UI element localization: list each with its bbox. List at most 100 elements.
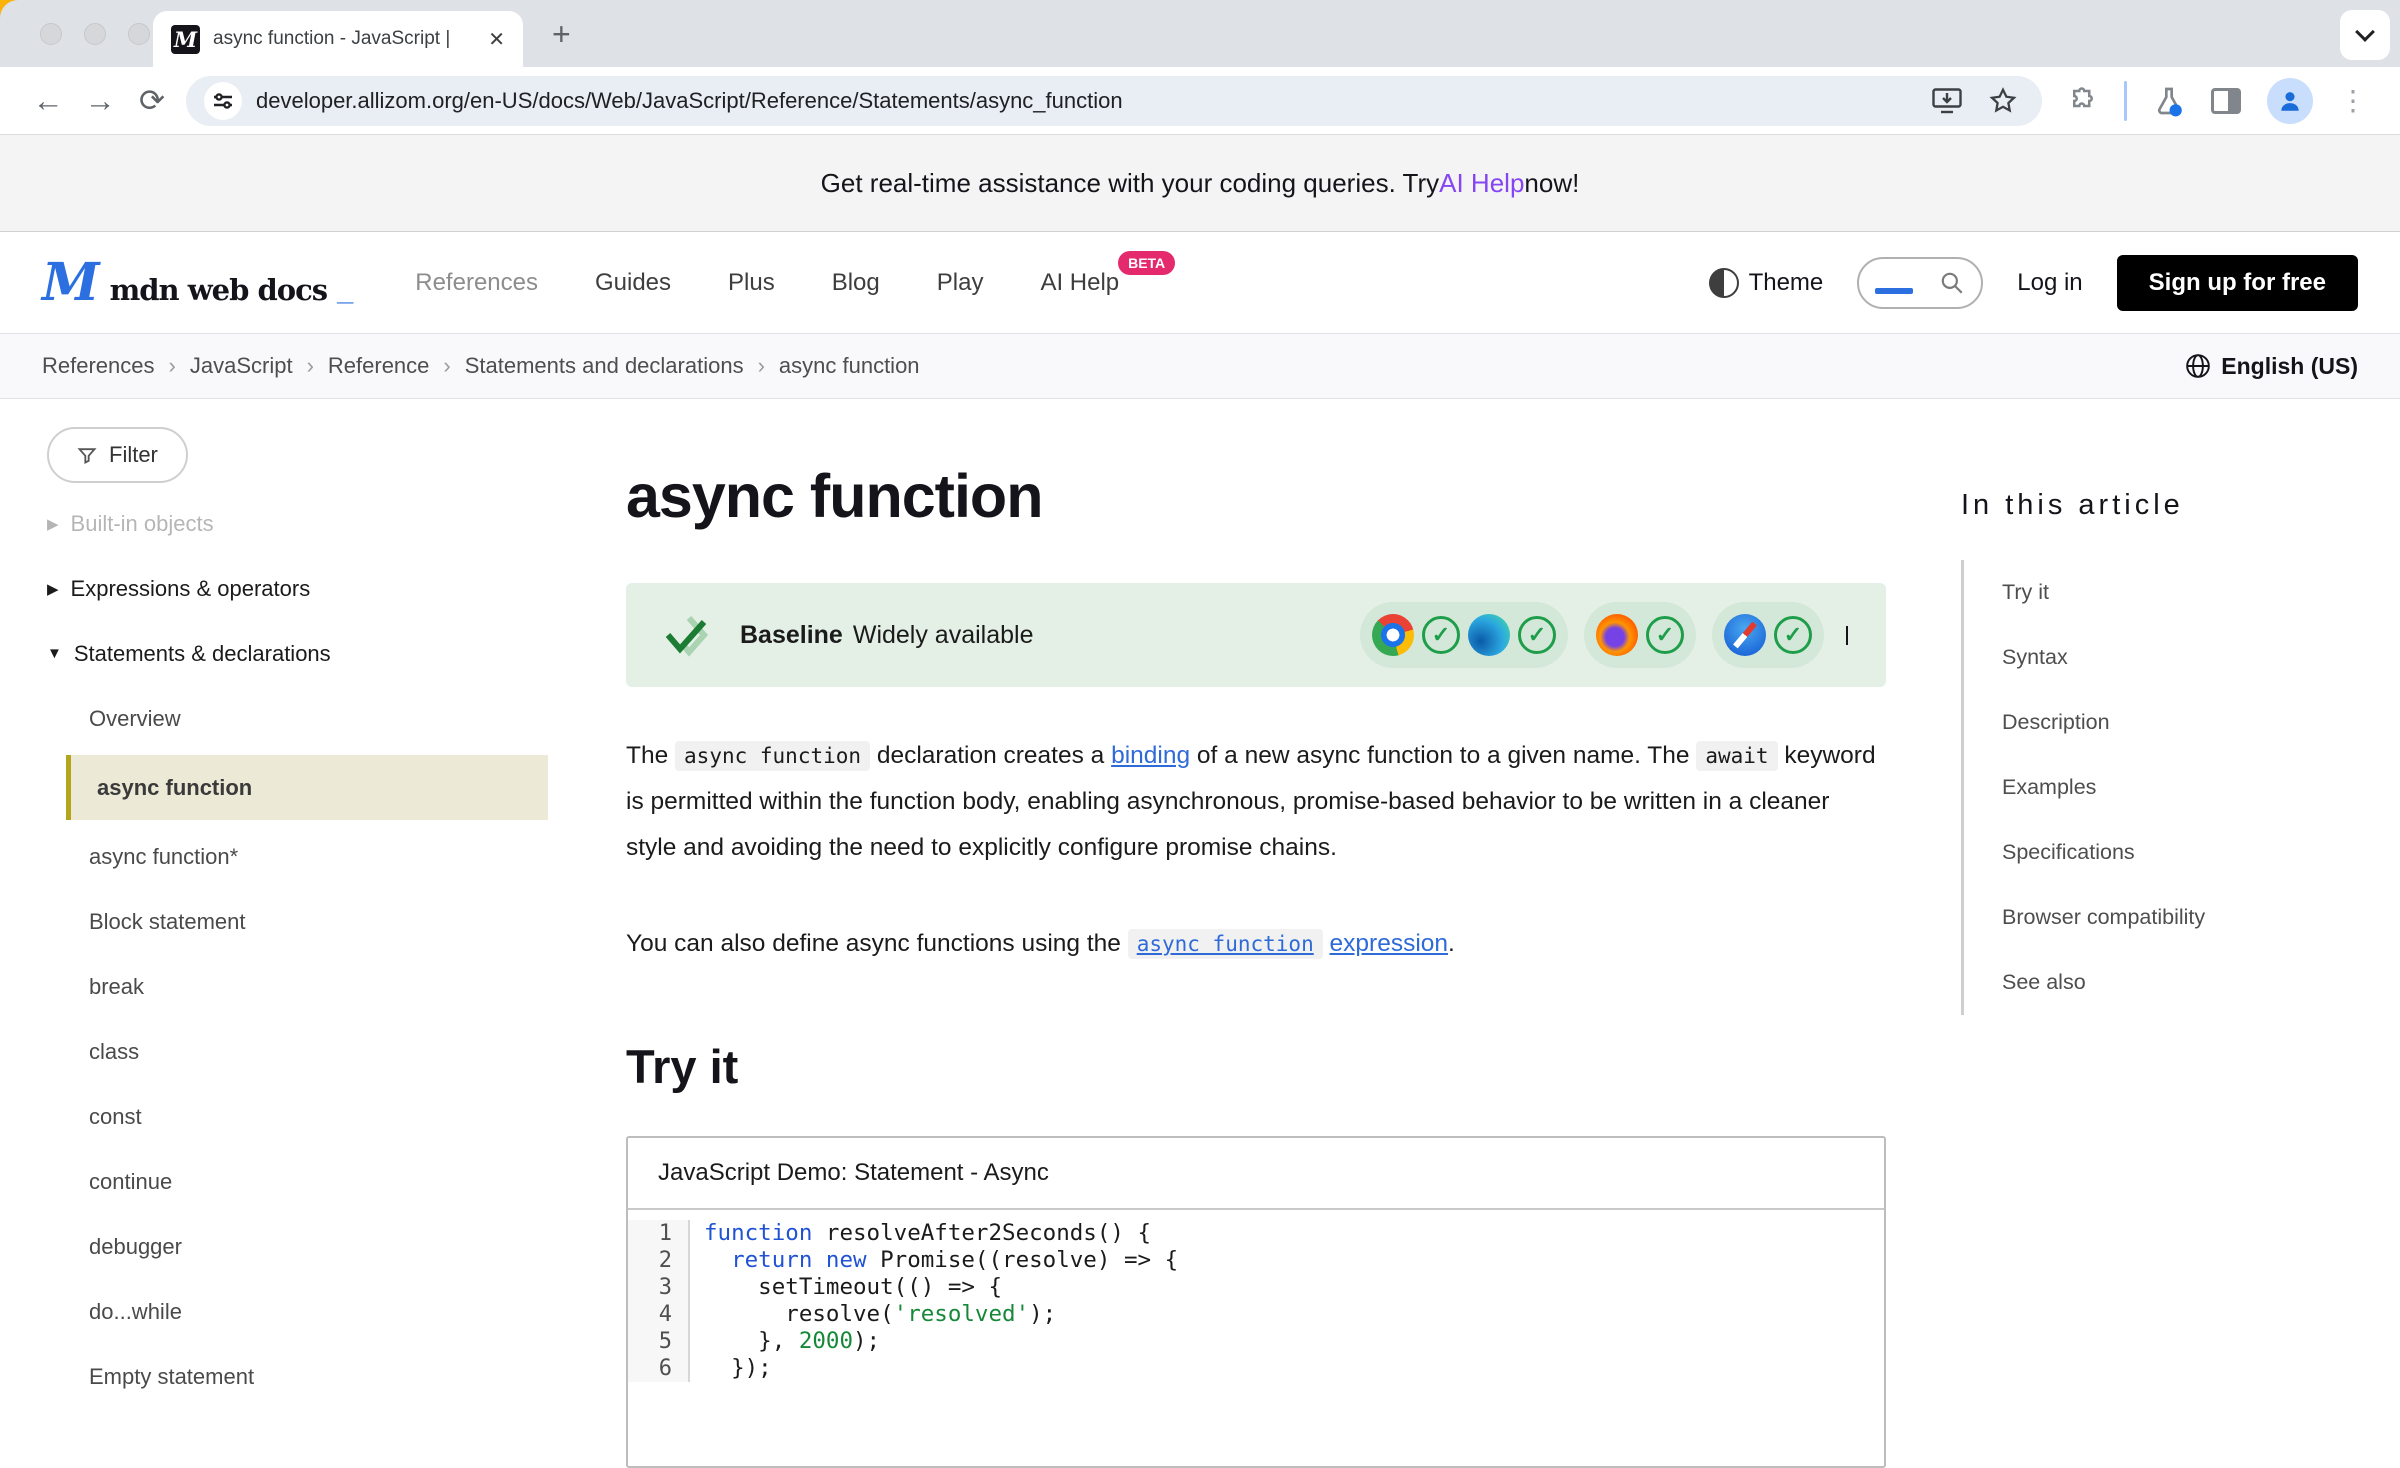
- edge-icon: [1468, 614, 1510, 656]
- bookmark-star-icon[interactable]: [1988, 86, 2018, 116]
- support-check-icon: ✓: [1774, 616, 1812, 654]
- tab-search-button[interactable]: [2340, 10, 2390, 60]
- mdn-favicon-icon: M: [171, 25, 200, 54]
- chrome-labs-icon[interactable]: [2153, 85, 2185, 117]
- baseline-label: Baseline: [740, 621, 843, 650]
- collapsed-arrow-icon: ▶: [47, 515, 59, 533]
- sidebar-item-async-function-star[interactable]: async function*: [47, 824, 548, 889]
- theme-switcher[interactable]: Theme: [1709, 268, 1824, 298]
- search-input[interactable]: [1857, 257, 1983, 309]
- crumb-current-page: async function: [779, 353, 920, 379]
- support-check-icon: ✓: [1422, 616, 1460, 654]
- baseline-expand-button[interactable]: [1846, 626, 1848, 644]
- crumb-statements[interactable]: Statements and declarations: [465, 353, 744, 379]
- sidebar-item-async-function-active[interactable]: async function: [66, 755, 548, 820]
- expression-link[interactable]: expression: [1330, 930, 1448, 957]
- forward-button[interactable]: →: [74, 83, 126, 119]
- browser-toolbar: ← → ⟳ developer.allizom.org/en-US/docs/W…: [0, 67, 2400, 135]
- toc-item-specifications[interactable]: Specifications: [2002, 820, 2360, 885]
- profile-avatar[interactable]: [2267, 78, 2313, 124]
- nav-blog[interactable]: Blog: [832, 269, 880, 297]
- baseline-check-icon: [660, 612, 718, 658]
- crumb-references[interactable]: References: [42, 353, 155, 379]
- site-settings-icon[interactable]: [204, 82, 242, 120]
- signup-button[interactable]: Sign up for free: [2117, 255, 2358, 311]
- sidebar-item-block-statement[interactable]: Block statement: [47, 889, 548, 954]
- toc-item-try-it[interactable]: Try it: [2002, 560, 2360, 625]
- crumb-reference[interactable]: Reference: [328, 353, 430, 379]
- install-icon[interactable]: [1932, 88, 1962, 114]
- tab-title: async function - JavaScript |: [213, 28, 469, 50]
- window-minimize-button[interactable]: [84, 23, 106, 45]
- sidebar-item-class[interactable]: class: [47, 1019, 548, 1084]
- sidebar-item-continue[interactable]: continue: [47, 1149, 548, 1214]
- search-placeholder-dash: [1875, 288, 1913, 294]
- chrome-icon: [1372, 614, 1414, 656]
- sidebar-item-break[interactable]: break: [47, 954, 548, 1019]
- mdn-logo-m-icon: M: [42, 257, 100, 309]
- tryit-heading: Try it: [626, 1039, 1886, 1094]
- sidebar-item-empty-statement[interactable]: Empty statement: [47, 1344, 548, 1409]
- nav-play[interactable]: Play: [937, 269, 984, 297]
- sidebar-item-expressions-operators[interactable]: ▶ Expressions & operators: [47, 556, 548, 621]
- url-text[interactable]: developer.allizom.org/en-US/docs/Web/Jav…: [256, 88, 1918, 114]
- crumb-javascript[interactable]: JavaScript: [190, 353, 293, 379]
- promo-text-after: now!: [1524, 168, 1579, 199]
- theme-icon: [1709, 268, 1739, 298]
- window-zoom-button[interactable]: [128, 23, 150, 45]
- sidebar-item-debugger[interactable]: debugger: [47, 1214, 548, 1279]
- tab-close-icon[interactable]: ✕: [488, 27, 505, 52]
- collapsed-arrow-icon: ▶: [47, 580, 59, 598]
- toc-item-see-also[interactable]: See also: [2002, 950, 2360, 1015]
- mdn-logo-text: mdn web docs: [110, 273, 328, 307]
- chevron-down-icon: [2355, 22, 2375, 42]
- toc-item-syntax[interactable]: Syntax: [2002, 625, 2360, 690]
- promo-ai-help-link[interactable]: AI Help: [1439, 168, 1524, 199]
- beta-badge: BETA: [1118, 251, 1175, 275]
- support-check-icon: ✓: [1646, 616, 1684, 654]
- nav-plus[interactable]: Plus: [728, 269, 775, 297]
- breadcrumb: References › JavaScript › Reference › St…: [0, 333, 2400, 399]
- code-editor[interactable]: 1 function resolveAfter2Seconds() { 2 re…: [628, 1210, 1884, 1382]
- mdn-logo-underscore: _: [337, 275, 353, 308]
- sidebar-item-overview[interactable]: Overview: [47, 686, 548, 751]
- window-close-button[interactable]: [40, 23, 62, 45]
- toolbar-separator: [2124, 81, 2127, 121]
- login-link[interactable]: Log in: [2017, 269, 2082, 297]
- extensions-icon[interactable]: [2068, 86, 2098, 116]
- async-function-expression-code-link[interactable]: async function: [1128, 929, 1323, 959]
- binding-link[interactable]: binding: [1111, 742, 1190, 769]
- toc-item-description[interactable]: Description: [2002, 690, 2360, 755]
- address-bar[interactable]: developer.allizom.org/en-US/docs/Web/Jav…: [186, 76, 2042, 126]
- nav-references[interactable]: References: [415, 269, 538, 297]
- toc-item-browser-compatibility[interactable]: Browser compatibility: [2002, 885, 2360, 950]
- baseline-status: Widely available: [853, 621, 1034, 650]
- sidebar-item-built-in-objects[interactable]: ▶ Built-in objects: [47, 491, 548, 556]
- sidebar-filter-button[interactable]: Filter: [47, 427, 188, 483]
- code-line: 5 }, 2000);: [628, 1328, 1884, 1355]
- language-selector[interactable]: English (US): [2185, 353, 2358, 380]
- sidebar-item-const[interactable]: const: [47, 1084, 548, 1149]
- nav-ai-help[interactable]: AI Help BETA: [1040, 269, 1119, 297]
- toc-item-examples[interactable]: Examples: [2002, 755, 2360, 820]
- sidebar-item-statements-declarations[interactable]: ▼ Statements & declarations: [47, 621, 548, 686]
- code-line: 3 setTimeout(() => {: [628, 1274, 1884, 1301]
- safari-support-pill: ✓: [1712, 602, 1824, 668]
- main-nav: References Guides Plus Blog Play AI Help…: [415, 269, 1119, 297]
- back-button[interactable]: ←: [22, 83, 74, 119]
- browser-tab[interactable]: M async function - JavaScript | ✕: [153, 11, 523, 67]
- side-panel-icon[interactable]: [2211, 88, 2241, 114]
- intro-paragraph-2: You can also define async functions usin…: [626, 921, 1886, 967]
- reload-button[interactable]: ⟳: [126, 83, 178, 119]
- nav-guides[interactable]: Guides: [595, 269, 671, 297]
- article-main: async function Baseline Widely available…: [626, 399, 1886, 1468]
- mdn-logo[interactable]: M mdn web docs _: [42, 257, 353, 309]
- window-controls[interactable]: [40, 23, 150, 45]
- intro-paragraph-1: The async function declaration creates a…: [626, 733, 1886, 871]
- sidebar-item-do-while[interactable]: do...while: [47, 1279, 548, 1344]
- expanded-arrow-icon: ▼: [47, 645, 62, 662]
- new-tab-button[interactable]: +: [552, 16, 571, 53]
- browser-menu-icon[interactable]: ⋮: [2339, 84, 2367, 117]
- globe-icon: [2185, 353, 2211, 379]
- safari-icon: [1724, 614, 1766, 656]
